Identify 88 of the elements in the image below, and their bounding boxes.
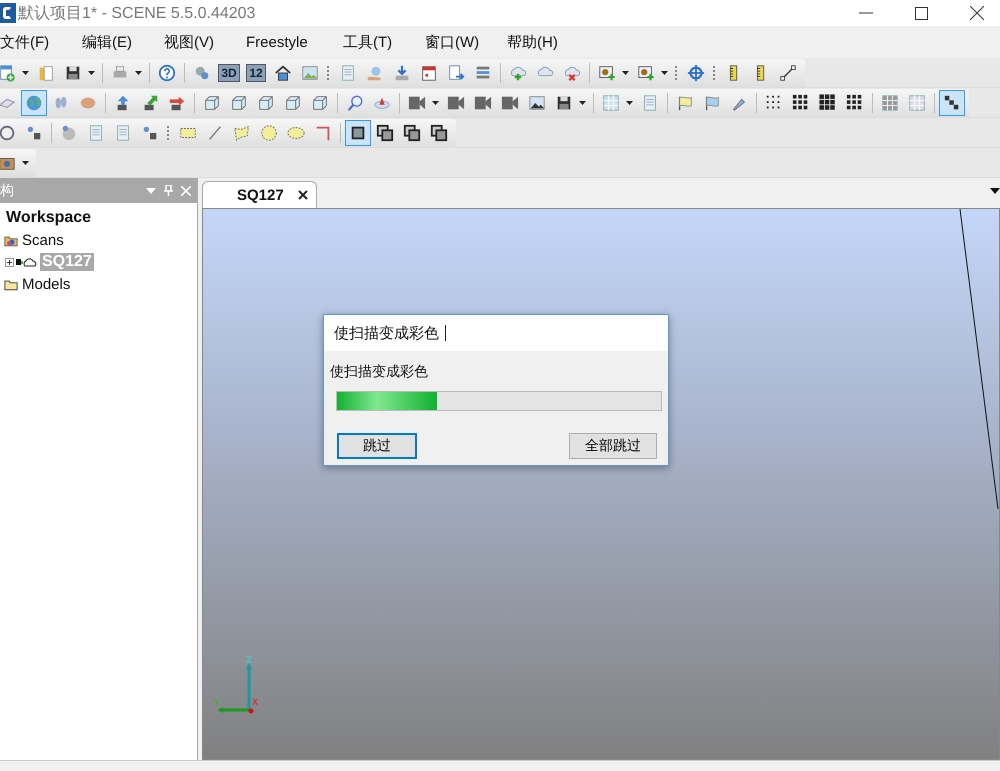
caret-icon[interactable] xyxy=(135,70,142,74)
minimize-icon[interactable] xyxy=(859,12,873,14)
grid-icon xyxy=(602,94,620,112)
page-icon xyxy=(87,124,105,142)
caret-icon[interactable] xyxy=(622,70,629,74)
camera-icon xyxy=(447,94,465,112)
picture-icon xyxy=(301,64,319,82)
caret-icon[interactable] xyxy=(22,70,29,74)
camera-icon xyxy=(408,94,426,112)
line-icon xyxy=(206,124,224,142)
diagonal-icon xyxy=(943,94,961,112)
pennant-icon xyxy=(703,94,721,112)
tree-item[interactable]: Models xyxy=(20,276,72,292)
camera-icon xyxy=(501,94,519,112)
caret-icon[interactable] xyxy=(579,100,586,104)
text-cursor xyxy=(445,325,446,341)
doc-arrow-icon xyxy=(447,64,465,82)
dots-icon xyxy=(792,94,810,112)
square-icon xyxy=(349,124,367,142)
magnifier-icon xyxy=(346,94,364,112)
segment-icon xyxy=(779,64,797,82)
caret-icon[interactable] xyxy=(88,70,95,74)
3d-viewport[interactable]: Z Y X 使扫描变成彩色 使扫描变成彩色 跳过 全部跳过 xyxy=(202,208,1000,760)
menu-item[interactable]: 视图(V) xyxy=(164,32,246,52)
stack-icon xyxy=(474,64,492,82)
corner-icon xyxy=(314,124,332,142)
progress-message: 使扫描变成彩色 xyxy=(330,363,429,381)
document-tab[interactable]: SQ127 xyxy=(202,181,317,208)
camera-icon xyxy=(474,94,492,112)
calendar-icon xyxy=(420,64,438,82)
frame-icon xyxy=(528,94,546,112)
close-icon[interactable] xyxy=(298,190,308,200)
caret-icon[interactable] xyxy=(661,70,668,74)
cube-icon xyxy=(203,94,221,112)
polygon-icon xyxy=(233,124,251,142)
picture-plus-icon xyxy=(598,64,616,82)
close-icon[interactable] xyxy=(970,6,984,20)
download-icon xyxy=(393,64,411,82)
grid-filled-icon xyxy=(881,94,899,112)
crosshair-icon xyxy=(687,64,705,82)
dropdown-icon[interactable] xyxy=(990,188,1000,194)
picture-plus-icon xyxy=(637,64,655,82)
overlap-icon xyxy=(430,124,448,142)
menu-item[interactable]: 窗口(W) xyxy=(425,32,507,52)
dots-dense-icon xyxy=(819,94,837,112)
overlap-icon xyxy=(403,124,421,142)
page-icon xyxy=(114,124,132,142)
axis-triad-drawing: Z Y X xyxy=(213,655,263,717)
menu-item[interactable]: Freestyle xyxy=(246,34,343,50)
menu-item[interactable]: 文件(F) xyxy=(0,32,82,52)
window-title: 默认项目1* - SCENE 5.5.0.44203 xyxy=(18,4,256,24)
panel-icon xyxy=(339,64,357,82)
menu-item[interactable]: 编辑(E) xyxy=(82,32,164,52)
ring-icon xyxy=(0,124,16,142)
cube-icon xyxy=(257,94,275,112)
doc-plus-icon xyxy=(0,64,16,82)
sphere-icon xyxy=(60,124,78,142)
overlap-icon xyxy=(376,124,394,142)
tree-item[interactable]: Workspace xyxy=(4,209,94,227)
cube-icon xyxy=(230,94,248,112)
tree-item[interactable]: Scans xyxy=(20,232,66,248)
panel-title: 构 xyxy=(0,182,14,200)
caret-icon[interactable] xyxy=(432,100,439,104)
doc-icon xyxy=(641,94,659,112)
caret-icon[interactable] xyxy=(22,160,29,164)
skip-all-button[interactable]: 全部跳过 xyxy=(569,433,657,459)
nodes-icon xyxy=(141,124,159,142)
grid-faint-icon xyxy=(908,94,926,112)
maximize-icon[interactable] xyxy=(915,6,928,20)
menu-item[interactable]: 工具(T) xyxy=(343,32,425,52)
house-icon xyxy=(274,64,292,82)
cube-icon xyxy=(311,94,329,112)
help-icon xyxy=(158,64,176,82)
cube-icon xyxy=(284,94,302,112)
menu-item[interactable]: 帮助(H) xyxy=(507,32,589,52)
nodes-icon xyxy=(25,124,43,142)
tool-button[interactable] xyxy=(939,90,965,116)
folder-icon xyxy=(37,64,55,82)
dialog-title: 使扫描变成彩色 xyxy=(334,324,439,342)
tool-button[interactable] xyxy=(345,120,371,146)
dots-icon xyxy=(846,94,864,112)
scan-cloud-icon xyxy=(16,256,38,268)
skip-button[interactable]: 跳过 xyxy=(337,433,417,459)
caret-icon[interactable] xyxy=(626,100,633,104)
globe-icon xyxy=(25,94,43,112)
circle-icon xyxy=(260,124,278,142)
flag-icon xyxy=(676,94,694,112)
expand-toggle[interactable] xyxy=(5,258,14,266)
